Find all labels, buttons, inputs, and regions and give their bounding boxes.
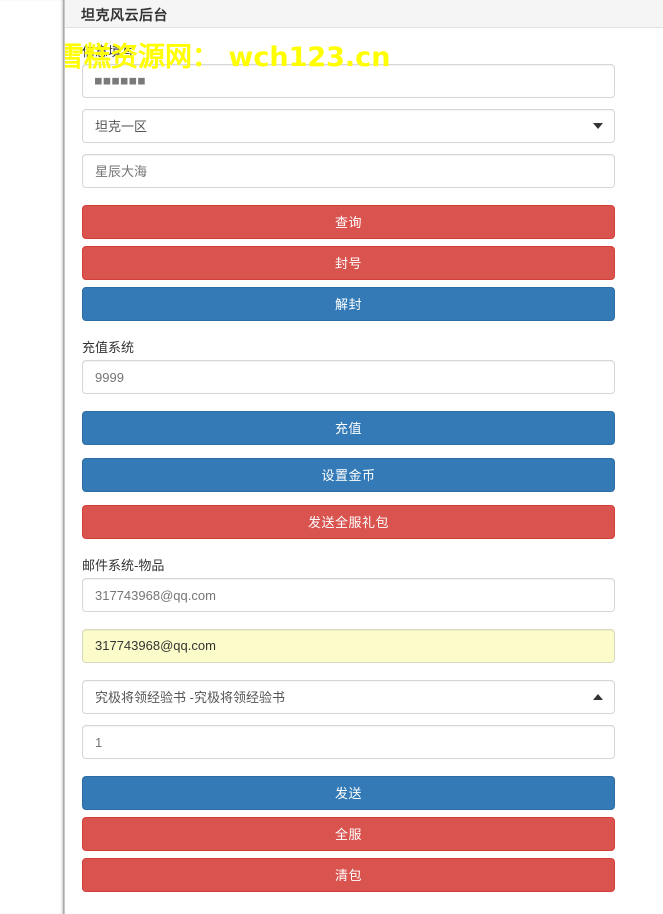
field-row-mail-email	[65, 578, 663, 612]
field-row-item-select: 究极将领经验书 -究极将领经验书	[65, 680, 663, 714]
password-input[interactable]: ■■■■■■	[82, 64, 615, 98]
query-button[interactable]: 查询	[82, 205, 615, 239]
spacer-mail	[65, 546, 663, 557]
section-label-mail: 邮件系统-物品	[82, 558, 165, 573]
quantity-input[interactable]	[82, 725, 615, 759]
app-frame: 坦克风云后台 雪糕资源网： wch123.cn 信息填写 ■■■■■■ 坦克一区	[65, 0, 663, 914]
app-titlebar: 坦克风云后台	[65, 0, 663, 28]
field-row-mail-email-autofill: 317743968@qq.com	[65, 629, 663, 663]
btn-row-query: 查询	[65, 205, 663, 239]
field-row-server: 坦克一区	[65, 109, 663, 143]
server-select[interactable]: 坦克一区	[82, 109, 615, 143]
btn-row-ban: 封号	[65, 246, 663, 280]
nickname-input[interactable]	[82, 154, 615, 188]
field-row-password: ■■■■■■	[65, 64, 663, 98]
recharge-button[interactable]: 充值	[82, 411, 615, 445]
item-select[interactable]: 究极将领经验书 -究极将领经验书	[82, 680, 615, 714]
spacer-recharge	[65, 328, 663, 339]
all-server-button[interactable]: 全服	[82, 817, 615, 851]
btn-row-set-coin: 设置金币	[65, 458, 663, 492]
field-row-amount	[65, 360, 663, 394]
btn-row-all-server: 全服	[65, 817, 663, 851]
btn-row-send: 发送	[65, 776, 663, 810]
btn-row-clear-bag: 清包	[65, 858, 663, 892]
mail-email-autofill-input[interactable]: 317743968@qq.com	[82, 629, 615, 663]
field-row-quantity	[65, 725, 663, 759]
admin-form: 信息填写 ■■■■■■ 坦克一区 星辰大海 查询 封号 解封 充值系统 9999…	[65, 29, 663, 899]
unban-button[interactable]: 解封	[82, 287, 615, 321]
send-all-server-gift-button[interactable]: 发送全服礼包	[82, 505, 615, 539]
btn-row-unban: 解封	[65, 287, 663, 321]
spacer-top	[65, 29, 663, 43]
set-coin-button[interactable]: 设置金币	[82, 458, 615, 492]
send-button[interactable]: 发送	[82, 776, 615, 810]
section-label-recharge: 充值系统	[82, 340, 135, 355]
screen-root: 坦克风云后台 雪糕资源网： wch123.cn 信息填写 ■■■■■■ 坦克一区	[0, 0, 663, 914]
section-label-info: 信息填写	[82, 44, 135, 59]
app-title: 坦克风云后台	[81, 7, 168, 23]
ban-button[interactable]: 封号	[82, 246, 615, 280]
page-left-gutter	[0, 0, 63, 914]
btn-row-recharge: 充值	[65, 411, 663, 445]
server-select-wrap: 坦克一区	[82, 109, 615, 143]
field-row-nickname	[65, 154, 663, 188]
clear-bag-button[interactable]: 清包	[82, 858, 615, 892]
page-body: 雪糕资源网： wch123.cn 信息填写 ■■■■■■ 坦克一区 星辰大海 查…	[65, 29, 663, 914]
btn-row-send-gift: 发送全服礼包	[65, 505, 663, 539]
item-select-wrap: 究极将领经验书 -究极将领经验书	[82, 680, 615, 714]
mail-email-input[interactable]	[82, 578, 615, 612]
recharge-amount-input[interactable]	[82, 360, 615, 394]
